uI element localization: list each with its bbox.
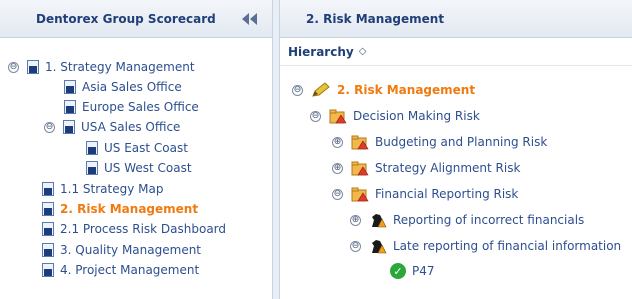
scorecard-icon (64, 100, 76, 114)
hierarchy-label: Financial Reporting Risk (375, 187, 519, 201)
hierarchy-row-decision-making-risk[interactable]: ⊖ Decision Making Risk (310, 103, 480, 129)
hierarchy-label: Hierarchy (288, 44, 354, 59)
tree-item-label-selected: 2. Risk Management (60, 202, 199, 216)
tree-item-risk-management[interactable]: 2. Risk Management (42, 200, 198, 218)
tree-item-asia-sales-office[interactable]: Asia Sales Office (64, 78, 182, 96)
hierarchy-label: Late reporting of financial information (393, 239, 622, 253)
scorecard-icon (86, 141, 98, 155)
risk-objective-icon (372, 240, 387, 254)
collapse-toggle-icon[interactable]: ⊖ (292, 84, 303, 96)
scorecard-panel: Dentorex Group Scorecard ⊖ 1. Strategy M… (0, 0, 273, 299)
hierarchy-label-selected: 2. Risk Management (337, 83, 476, 97)
hierarchy-row-budgeting-planning-risk[interactable]: ⊕ Budgeting and Planning Risk (332, 129, 547, 155)
tree-item-project-management[interactable]: 4. Project Management (42, 261, 199, 279)
tree-item-us-east-coast[interactable]: US East Coast (86, 139, 188, 157)
tree-item-strategy-map[interactable]: 1.1 Strategy Map (42, 180, 163, 198)
scorecard-icon (42, 263, 54, 277)
tree-item-label: 2.1 Process Risk Dashboard (60, 222, 227, 236)
scorecard-icon (27, 60, 39, 74)
scorecard-title: Dentorex Group Scorecard (36, 11, 216, 26)
risk-panel-title: 2. Risk Management (306, 11, 445, 26)
scorecard-icon (42, 243, 54, 257)
risk-panel: 2. Risk Management Hierarchy ◇ ⊖ 2. Risk… (279, 0, 632, 299)
risk-folder-icon (351, 161, 369, 175)
risk-panel-header: 2. Risk Management (280, 0, 632, 38)
hierarchy-label: Budgeting and Planning Risk (375, 135, 548, 149)
tree-item-us-west-coast[interactable]: US West Coast (86, 159, 192, 177)
tree-item-europe-sales-office[interactable]: Europe Sales Office (64, 98, 199, 116)
hierarchy-label: P47 (412, 264, 435, 278)
hierarchy-row-reporting-incorrect-financials[interactable]: ⊕ Reporting of incorrect financials (350, 207, 584, 233)
check-status-icon: ✓ (390, 263, 406, 279)
hierarchy-label: Reporting of incorrect financials (393, 213, 585, 227)
risk-objective-icon (372, 214, 387, 228)
hierarchy-column-header[interactable]: Hierarchy ◇ (280, 38, 632, 66)
hierarchy-row-p47[interactable]: ✓ P47 (390, 258, 435, 284)
pencil-icon (312, 82, 330, 97)
risk-folder-icon (351, 135, 369, 149)
tree-item-label: 1.1 Strategy Map (60, 182, 164, 196)
hierarchy-row-strategy-alignment-risk[interactable]: ⊕ Strategy Alignment Risk (332, 155, 520, 181)
tree-item-label: US West Coast (104, 161, 192, 175)
tree-item-quality-management[interactable]: 3. Quality Management (42, 241, 201, 259)
risk-folder-icon (329, 109, 347, 123)
hierarchy-row-financial-reporting-risk[interactable]: ⊖ Financial Reporting Risk (332, 181, 518, 207)
tree-item-usa-sales-office[interactable]: ⊖ USA Sales Office (44, 118, 180, 136)
hierarchy-label: Decision Making Risk (353, 109, 480, 123)
collapse-toggle-icon[interactable]: ⊖ (332, 188, 343, 200)
collapse-toggle-icon[interactable]: ⊖ (8, 61, 19, 73)
expand-toggle-icon[interactable]: ⊕ (350, 214, 361, 226)
scorecard-icon (42, 182, 54, 196)
tree-item-label: 4. Project Management (60, 263, 200, 277)
collapse-panel-icon[interactable] (241, 12, 259, 26)
tree-item-label: US East Coast (104, 141, 188, 155)
expand-toggle-icon[interactable]: ⊕ (332, 136, 343, 148)
tree-item-label: Europe Sales Office (82, 100, 199, 114)
scorecard-header: Dentorex Group Scorecard (0, 0, 272, 38)
risk-folder-icon (351, 187, 369, 201)
scorecard-icon (64, 80, 76, 94)
tree-item-process-risk-dashboard[interactable]: 2.1 Process Risk Dashboard (42, 220, 226, 238)
collapse-toggle-icon[interactable]: ⊖ (310, 110, 321, 122)
expand-toggle-icon[interactable]: ⊕ (332, 162, 343, 174)
collapse-toggle-icon[interactable]: ⊖ (350, 240, 361, 252)
hierarchy-row-risk-management[interactable]: ⊖ 2. Risk Management (292, 77, 475, 103)
hierarchy-label: Strategy Alignment Risk (375, 161, 521, 175)
sort-icon[interactable]: ◇ (359, 46, 367, 57)
collapse-toggle-icon[interactable]: ⊖ (44, 121, 55, 133)
tree-item-label: 3. Quality Management (60, 243, 202, 257)
scorecard-icon (63, 120, 75, 134)
tree-item-label: USA Sales Office (81, 120, 181, 134)
hierarchy-row-late-reporting[interactable]: ⊖ Late reporting of financial informatio… (350, 233, 621, 259)
tree-item-label: 1. Strategy Management (45, 60, 195, 74)
scorecard-icon (42, 202, 54, 216)
scorecard-icon (86, 161, 98, 175)
tree-item-strategy-management[interactable]: ⊖ 1. Strategy Management (8, 58, 195, 76)
scorecard-icon (42, 222, 54, 236)
tree-item-label: Asia Sales Office (82, 80, 182, 94)
